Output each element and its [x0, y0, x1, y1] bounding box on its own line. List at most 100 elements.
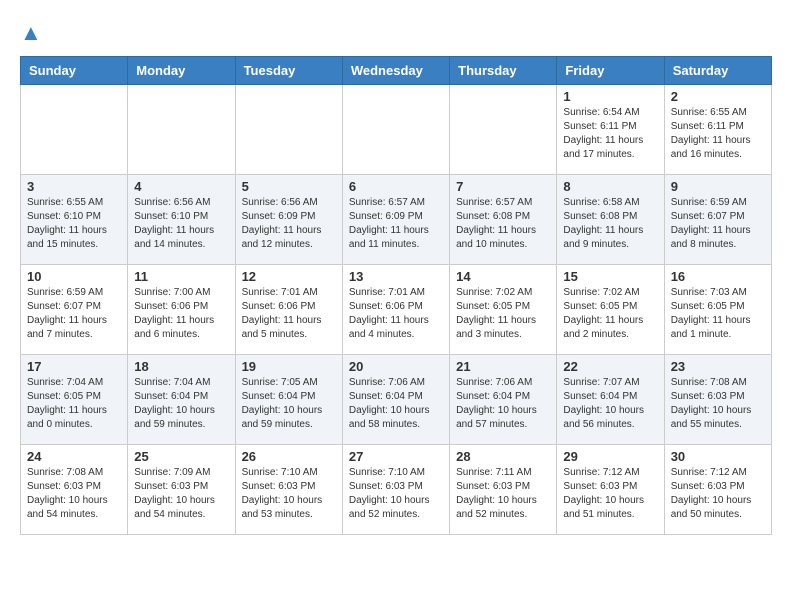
day-number: 18	[134, 359, 228, 374]
day-number: 1	[563, 89, 657, 104]
calendar-cell: 16 Sunrise: 7:03 AM Sunset: 6:05 PM Dayli…	[664, 265, 771, 355]
day-info: Sunrise: 7:08 AM Sunset: 6:03 PM Dayligh…	[27, 466, 121, 522]
weekday-header: Wednesday	[342, 57, 449, 85]
calendar-cell	[450, 85, 557, 175]
calendar-cell: 24 Sunrise: 7:08 AM Sunset: 6:03 PM Dayli…	[21, 445, 128, 535]
day-info: Sunrise: 7:00 AM Sunset: 6:06 PM Dayligh…	[134, 286, 228, 342]
calendar-cell: 8 Sunrise: 6:58 AM Sunset: 6:08 PM Daylig…	[557, 175, 664, 265]
weekday-header: Thursday	[450, 57, 557, 85]
day-number: 8	[563, 179, 657, 194]
calendar-cell: 9 Sunrise: 6:59 AM Sunset: 6:07 PM Daylig…	[664, 175, 771, 265]
calendar-week-row: 10 Sunrise: 6:59 AM Sunset: 6:07 PM Dayli…	[21, 265, 772, 355]
day-number: 11	[134, 269, 228, 284]
calendar-header-row: SundayMondayTuesdayWednesdayThursdayFrid…	[21, 57, 772, 85]
day-info: Sunrise: 7:06 AM Sunset: 6:04 PM Dayligh…	[456, 376, 550, 432]
calendar-cell: 14 Sunrise: 7:02 AM Sunset: 6:05 PM Dayli…	[450, 265, 557, 355]
day-info: Sunrise: 6:59 AM Sunset: 6:07 PM Dayligh…	[27, 286, 121, 342]
day-number: 9	[671, 179, 765, 194]
day-info: Sunrise: 6:58 AM Sunset: 6:08 PM Dayligh…	[563, 196, 657, 252]
day-number: 3	[27, 179, 121, 194]
calendar-cell	[235, 85, 342, 175]
day-number: 21	[456, 359, 550, 374]
day-info: Sunrise: 6:55 AM Sunset: 6:10 PM Dayligh…	[27, 196, 121, 252]
day-number: 5	[242, 179, 336, 194]
day-info: Sunrise: 7:12 AM Sunset: 6:03 PM Dayligh…	[671, 466, 765, 522]
day-info: Sunrise: 7:10 AM Sunset: 6:03 PM Dayligh…	[242, 466, 336, 522]
day-number: 4	[134, 179, 228, 194]
day-info: Sunrise: 6:54 AM Sunset: 6:11 PM Dayligh…	[563, 106, 657, 162]
calendar-cell: 26Sunrise: 7:10 AM Sunset: 6:03 PM Dayli…	[235, 445, 342, 535]
day-info: Sunrise: 7:09 AM Sunset: 6:03 PM Dayligh…	[134, 466, 228, 522]
day-info: Sunrise: 7:12 AM Sunset: 6:03 PM Dayligh…	[563, 466, 657, 522]
calendar-cell	[21, 85, 128, 175]
logo: ▲	[20, 20, 42, 46]
day-info: Sunrise: 7:11 AM Sunset: 6:03 PM Dayligh…	[456, 466, 550, 522]
day-number: 14	[456, 269, 550, 284]
day-number: 10	[27, 269, 121, 284]
day-number: 13	[349, 269, 443, 284]
day-number: 25	[134, 449, 228, 464]
day-info: Sunrise: 7:10 AM Sunset: 6:03 PM Dayligh…	[349, 466, 443, 522]
logo-icon: ▲	[20, 20, 42, 46]
calendar-cell	[128, 85, 235, 175]
calendar-cell: 2 Sunrise: 6:55 AM Sunset: 6:11 PM Daylig…	[664, 85, 771, 175]
calendar-cell: 18 Sunrise: 7:04 AM Sunset: 6:04 PM Dayli…	[128, 355, 235, 445]
day-info: Sunrise: 7:04 AM Sunset: 6:04 PM Dayligh…	[134, 376, 228, 432]
calendar-cell: 30 Sunrise: 7:12 AM Sunset: 6:03 PM Dayli…	[664, 445, 771, 535]
day-info: Sunrise: 7:01 AM Sunset: 6:06 PM Dayligh…	[349, 286, 443, 342]
weekday-header: Sunday	[21, 57, 128, 85]
day-info: Sunrise: 6:56 AM Sunset: 6:09 PM Dayligh…	[242, 196, 336, 252]
weekday-header: Saturday	[664, 57, 771, 85]
calendar-cell: 20Sunrise: 7:06 AM Sunset: 6:04 PM Dayli…	[342, 355, 449, 445]
day-number: 29	[563, 449, 657, 464]
day-info: Sunrise: 6:59 AM Sunset: 6:07 PM Dayligh…	[671, 196, 765, 252]
day-info: Sunrise: 7:08 AM Sunset: 6:03 PM Dayligh…	[671, 376, 765, 432]
day-number: 30	[671, 449, 765, 464]
calendar-cell: 15Sunrise: 7:02 AM Sunset: 6:05 PM Dayli…	[557, 265, 664, 355]
calendar-week-row: 3 Sunrise: 6:55 AM Sunset: 6:10 PM Daylig…	[21, 175, 772, 265]
calendar-cell: 23 Sunrise: 7:08 AM Sunset: 6:03 PM Dayli…	[664, 355, 771, 445]
calendar-cell: 28 Sunrise: 7:11 AM Sunset: 6:03 PM Dayli…	[450, 445, 557, 535]
day-number: 17	[27, 359, 121, 374]
calendar-week-row: 24 Sunrise: 7:08 AM Sunset: 6:03 PM Dayli…	[21, 445, 772, 535]
day-number: 24	[27, 449, 121, 464]
day-info: Sunrise: 6:57 AM Sunset: 6:09 PM Dayligh…	[349, 196, 443, 252]
day-number: 23	[671, 359, 765, 374]
calendar-cell: 10 Sunrise: 6:59 AM Sunset: 6:07 PM Dayli…	[21, 265, 128, 355]
day-info: Sunrise: 7:05 AM Sunset: 6:04 PM Dayligh…	[242, 376, 336, 432]
day-number: 7	[456, 179, 550, 194]
calendar-cell: 3 Sunrise: 6:55 AM Sunset: 6:10 PM Daylig…	[21, 175, 128, 265]
day-info: Sunrise: 7:03 AM Sunset: 6:05 PM Dayligh…	[671, 286, 765, 342]
calendar-cell: 7 Sunrise: 6:57 AM Sunset: 6:08 PM Daylig…	[450, 175, 557, 265]
weekday-header: Tuesday	[235, 57, 342, 85]
day-number: 2	[671, 89, 765, 104]
calendar-cell: 25 Sunrise: 7:09 AM Sunset: 6:03 PM Dayli…	[128, 445, 235, 535]
day-number: 28	[456, 449, 550, 464]
calendar-cell: 21 Sunrise: 7:06 AM Sunset: 6:04 PM Dayli…	[450, 355, 557, 445]
day-info: Sunrise: 6:55 AM Sunset: 6:11 PM Dayligh…	[671, 106, 765, 162]
day-number: 12	[242, 269, 336, 284]
calendar-cell: 1 Sunrise: 6:54 AM Sunset: 6:11 PM Daylig…	[557, 85, 664, 175]
day-info: Sunrise: 6:56 AM Sunset: 6:10 PM Dayligh…	[134, 196, 228, 252]
day-info: Sunrise: 7:02 AM Sunset: 6:05 PM Dayligh…	[456, 286, 550, 342]
header: ▲	[20, 20, 772, 46]
day-info: Sunrise: 6:57 AM Sunset: 6:08 PM Dayligh…	[456, 196, 550, 252]
calendar-cell: 5 Sunrise: 6:56 AM Sunset: 6:09 PM Daylig…	[235, 175, 342, 265]
day-number: 15	[563, 269, 657, 284]
calendar-week-row: 1 Sunrise: 6:54 AM Sunset: 6:11 PM Daylig…	[21, 85, 772, 175]
day-info: Sunrise: 7:04 AM Sunset: 6:05 PM Dayligh…	[27, 376, 121, 432]
calendar-body: 1 Sunrise: 6:54 AM Sunset: 6:11 PM Daylig…	[21, 85, 772, 535]
day-number: 19	[242, 359, 336, 374]
day-info: Sunrise: 7:01 AM Sunset: 6:06 PM Dayligh…	[242, 286, 336, 342]
calendar-cell: 29 Sunrise: 7:12 AM Sunset: 6:03 PM Dayli…	[557, 445, 664, 535]
day-number: 22	[563, 359, 657, 374]
weekday-header: Friday	[557, 57, 664, 85]
calendar-cell: 4 Sunrise: 6:56 AM Sunset: 6:10 PM Daylig…	[128, 175, 235, 265]
calendar-cell: 17 Sunrise: 7:04 AM Sunset: 6:05 PM Dayli…	[21, 355, 128, 445]
day-info: Sunrise: 7:07 AM Sunset: 6:04 PM Dayligh…	[563, 376, 657, 432]
calendar-cell: 27Sunrise: 7:10 AM Sunset: 6:03 PM Dayli…	[342, 445, 449, 535]
weekday-header: Monday	[128, 57, 235, 85]
calendar-cell: 13 Sunrise: 7:01 AM Sunset: 6:06 PM Dayli…	[342, 265, 449, 355]
day-number: 16	[671, 269, 765, 284]
calendar-cell	[342, 85, 449, 175]
